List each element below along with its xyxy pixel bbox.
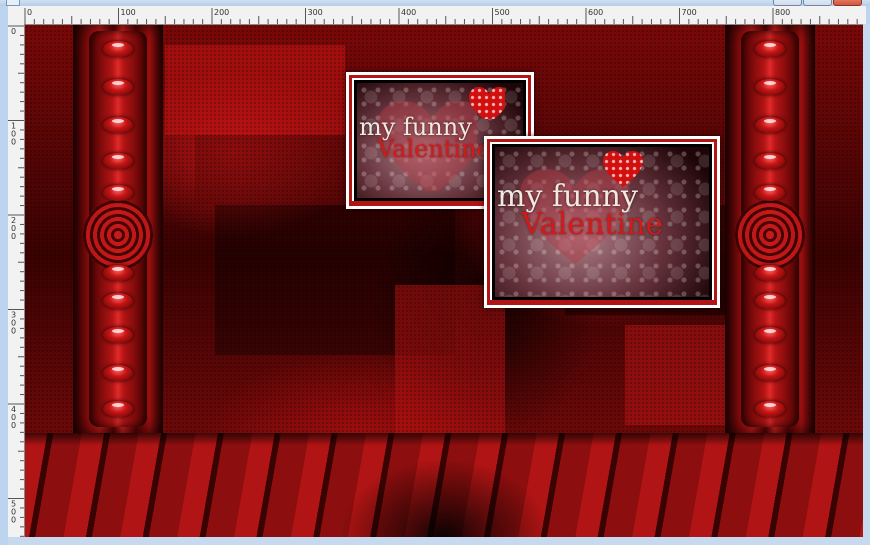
left-pillar — [73, 25, 163, 433]
horizontal-ruler[interactable]: 0 100 200 300 400 500 600 700 800 — [8, 6, 866, 25]
ruler-label: 0 — [11, 232, 16, 241]
ruler-label: 600 — [588, 8, 603, 17]
pillar-gem — [755, 153, 785, 169]
ruler-label: 0 — [27, 8, 32, 17]
ruler-label: 100 — [121, 8, 136, 17]
pillar-gem — [103, 153, 133, 169]
card-border: my funny Valentine — [492, 144, 712, 300]
workspace-margin — [8, 537, 870, 545]
pillar-gem — [103, 365, 133, 381]
checkered-floor — [25, 433, 863, 537]
pillar-gem — [755, 265, 785, 281]
valentine-image: my funny Valentine — [495, 147, 709, 297]
pillar-gem — [755, 327, 785, 343]
floor-shadow — [25, 433, 863, 537]
pillar-gem — [103, 293, 133, 309]
workspace-margin — [863, 24, 870, 537]
ruler-label: 0 — [11, 421, 16, 430]
pillar-gem — [103, 327, 133, 343]
ruler-label: 200 — [214, 8, 229, 17]
ruler-label: 0 — [11, 516, 16, 525]
pillar-gem — [755, 117, 785, 133]
pillar-gem — [103, 79, 133, 95]
pillar-gem — [103, 401, 133, 417]
pillar-swirl — [83, 200, 153, 270]
window-border — [0, 6, 8, 545]
pillar-gem — [755, 365, 785, 381]
pillar-swirl — [735, 200, 805, 270]
card-subtitle: Valentine — [521, 207, 664, 242]
card-border: my funny Valentine — [487, 139, 717, 305]
card-subtitle: Valentine — [377, 135, 491, 163]
ruler-label: 0 — [11, 327, 16, 336]
pillar-gem — [755, 401, 785, 417]
ruler-label: 300 — [308, 8, 323, 17]
ruler-label: 800 — [775, 8, 790, 17]
ruler-label: 500 — [495, 8, 510, 17]
pillar-gem — [755, 293, 785, 309]
vertical-ruler-ticks: 0100200300400500 — [8, 25, 24, 537]
ruler-label: 700 — [682, 8, 697, 17]
pillar-gem — [755, 79, 785, 95]
pillar-gem — [755, 185, 785, 201]
pillar-gem — [755, 41, 785, 57]
valentine-card[interactable]: my funny Valentine — [484, 136, 720, 308]
card-border: my funny Valentine — [490, 142, 714, 300]
right-pillar — [725, 25, 815, 433]
image-canvas[interactable]: my funny Valentine my funny Valentine — [25, 25, 863, 537]
pillar-gem — [103, 265, 133, 281]
ruler-label: 0 — [11, 138, 16, 147]
ruler-label: 0 — [11, 27, 16, 36]
vertical-ruler[interactable]: 0100200300400500 — [8, 24, 25, 545]
pillar-gem — [103, 185, 133, 201]
ruler-label: 400 — [401, 8, 416, 17]
horizontal-ruler-ticks: 0 100 200 300 400 500 600 700 800 — [24, 8, 858, 24]
pillar-gem — [103, 41, 133, 57]
pillar-gem — [103, 117, 133, 133]
